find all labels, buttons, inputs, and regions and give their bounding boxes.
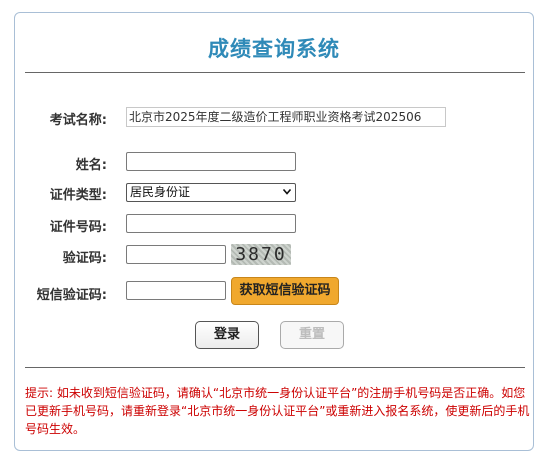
- notice-text: 提示: 如未收到短信验证码，请确认“北京市统一身份认证平台”的注册手机号码是否正…: [25, 386, 530, 436]
- captcha-input[interactable]: [126, 245, 226, 264]
- title-divider: [25, 72, 525, 73]
- get-sms-code-button[interactable]: 获取短信验证码: [231, 277, 339, 305]
- captcha-image-text: 3870: [235, 244, 287, 265]
- sms-code-input[interactable]: [126, 281, 226, 300]
- page-title: 成绩查询系统: [208, 37, 340, 61]
- id-type-selected-value: 居民身份证: [130, 185, 191, 199]
- id-type-label: 证件类型:: [49, 188, 107, 203]
- exam-name-label: 考试名称:: [49, 113, 107, 128]
- sms-code-label: 短信验证码:: [36, 288, 107, 303]
- name-label: 姓名:: [75, 158, 107, 173]
- name-input[interactable]: [126, 152, 296, 171]
- captcha-image[interactable]: 3870: [231, 244, 291, 265]
- captcha-label: 验证码:: [62, 251, 107, 266]
- notice-divider: [25, 367, 525, 368]
- query-panel: 成绩查询系统 考试名称: 北京市2025年度二级造价工程师职业资格考试20250…: [14, 12, 534, 451]
- login-button[interactable]: 登录: [195, 321, 259, 349]
- exam-name-field: 北京市2025年度二级造价工程师职业资格考试202506: [126, 107, 446, 127]
- chevron-down-icon: [283, 189, 291, 195]
- id-number-input[interactable]: [126, 214, 296, 233]
- id-number-label: 证件号码:: [49, 220, 107, 235]
- reset-button[interactable]: 重置: [280, 321, 344, 349]
- id-type-select[interactable]: 居民身份证: [126, 183, 296, 202]
